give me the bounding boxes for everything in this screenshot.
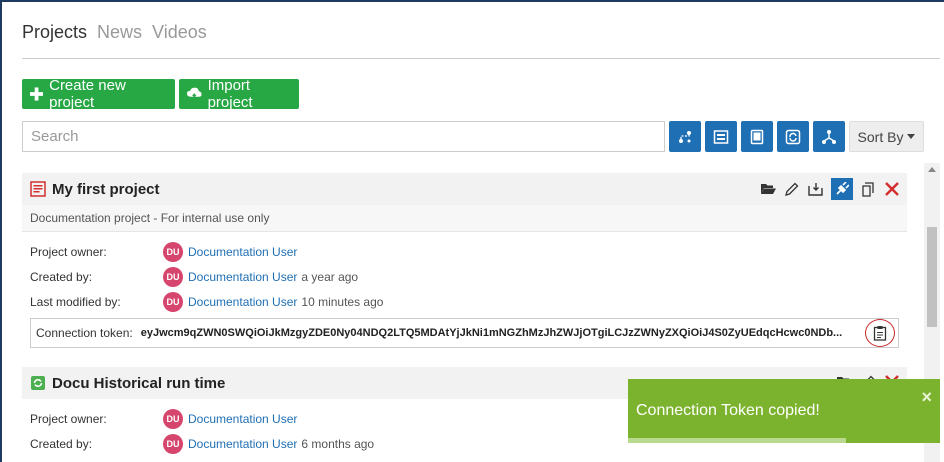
creator-user-link[interactable]: Documentation User	[188, 270, 297, 284]
view-refresh-button[interactable]	[777, 121, 809, 152]
refresh-icon	[785, 129, 801, 144]
view-connections-button[interactable]	[669, 121, 701, 152]
copy-token-button[interactable]	[865, 319, 895, 347]
delete-button[interactable]	[883, 179, 901, 199]
created-by-label: Created by:	[30, 270, 93, 284]
refresh-project-icon	[31, 376, 45, 390]
folder-open-icon	[761, 184, 776, 194]
open-folder-button[interactable]	[759, 179, 777, 199]
import-project-label: Import project	[207, 77, 253, 111]
project-owner-row: Project owner: DU Documentation User	[30, 408, 297, 430]
pencil-icon	[785, 182, 799, 196]
connection-plug-button[interactable]	[831, 178, 853, 200]
project-title[interactable]: Docu Historical run time	[52, 375, 225, 392]
avatar: DU	[163, 292, 183, 312]
document-project-icon	[30, 181, 46, 197]
modified-time: 10 minutes ago	[301, 295, 384, 309]
import-project-button[interactable]: Import project	[179, 77, 299, 111]
scroll-up-arrow-icon[interactable]	[928, 167, 936, 172]
sort-by-dropdown[interactable]: Sort By	[849, 121, 924, 152]
toast-close-button[interactable]: ×	[921, 387, 932, 408]
avatar: DU	[163, 242, 183, 262]
connection-token-value[interactable]: eyJwcm9qZWN0SWQiOiJkMzgyZDE0Ny04NDQ2LTQ5…	[141, 327, 861, 339]
main-tabs: Projects News Videos	[22, 22, 207, 46]
tabs-divider	[22, 58, 940, 59]
last-modified-row: Last modified by: DU Documentation User …	[30, 291, 383, 313]
project-description: Documentation project - For internal use…	[22, 205, 907, 232]
created-by-row: Created by: DU Documentation User a year…	[30, 266, 358, 288]
board-icon	[713, 129, 729, 144]
search-input[interactable]: Search	[22, 121, 665, 152]
project-owner-label: Project owner:	[30, 412, 107, 426]
project-actions	[759, 178, 901, 200]
create-project-label: Create new project	[49, 77, 126, 111]
tablet-icon	[750, 129, 764, 144]
search-placeholder: Search	[31, 128, 79, 145]
window-frame-left	[0, 0, 2, 462]
hierarchy-icon	[822, 129, 836, 144]
project-title[interactable]: My first project	[52, 181, 160, 198]
copy-icon	[862, 182, 874, 197]
sort-by-label: Sort By	[857, 128, 904, 145]
cloud-upload-icon	[187, 87, 202, 100]
view-tablet-button[interactable]	[741, 121, 773, 152]
creator-user-link[interactable]: Documentation User	[188, 437, 297, 451]
owner-user-link[interactable]: Documentation User	[188, 412, 297, 426]
tab-projects[interactable]: Projects	[22, 22, 87, 46]
view-hierarchy-button[interactable]	[813, 121, 845, 152]
duplicate-button[interactable]	[859, 179, 877, 199]
connections-icon	[679, 130, 691, 143]
project-card: My first project Documentation project -…	[22, 173, 907, 353]
export-button[interactable]	[807, 179, 825, 199]
tab-videos[interactable]: Videos	[152, 22, 207, 46]
owner-user-link[interactable]: Documentation User	[188, 245, 297, 259]
window-frame-top	[0, 0, 944, 2]
connection-token-label: Connection token:	[36, 326, 133, 340]
modifier-user-link[interactable]: Documentation User	[188, 295, 297, 309]
toast-notification[interactable]: Connection Token copied! ×	[628, 379, 940, 443]
connection-token-box: Connection token: eyJwcm9qZWN0SWQiOiJkMz…	[30, 318, 899, 348]
view-board-button[interactable]	[705, 121, 737, 152]
scrollbar-thumb[interactable]	[927, 227, 937, 327]
create-project-button[interactable]: Create new project	[22, 77, 175, 111]
last-modified-label: Last modified by:	[30, 295, 121, 309]
avatar: DU	[163, 409, 183, 429]
export-icon	[808, 183, 823, 196]
toast-message: Connection Token copied!	[636, 402, 820, 419]
chevron-down-icon	[907, 134, 916, 139]
tab-news[interactable]: News	[97, 22, 142, 46]
created-by-label: Created by:	[30, 437, 93, 451]
created-time: a year ago	[301, 270, 359, 284]
plug-icon	[836, 182, 849, 195]
edit-button[interactable]	[783, 179, 801, 199]
plus-icon	[30, 87, 44, 101]
project-owner-label: Project owner:	[30, 245, 107, 259]
created-by-row: Created by: DU Documentation User 6 mont…	[30, 433, 374, 455]
avatar: DU	[163, 267, 183, 287]
project-card-header[interactable]: My first project	[22, 173, 907, 205]
close-icon	[885, 182, 899, 196]
clipboard-icon	[873, 326, 887, 341]
project-owner-row: Project owner: DU Documentation User	[30, 241, 297, 263]
toast-progress-bar	[628, 438, 847, 443]
avatar: DU	[163, 434, 183, 454]
created-time: 6 months ago	[301, 437, 375, 451]
